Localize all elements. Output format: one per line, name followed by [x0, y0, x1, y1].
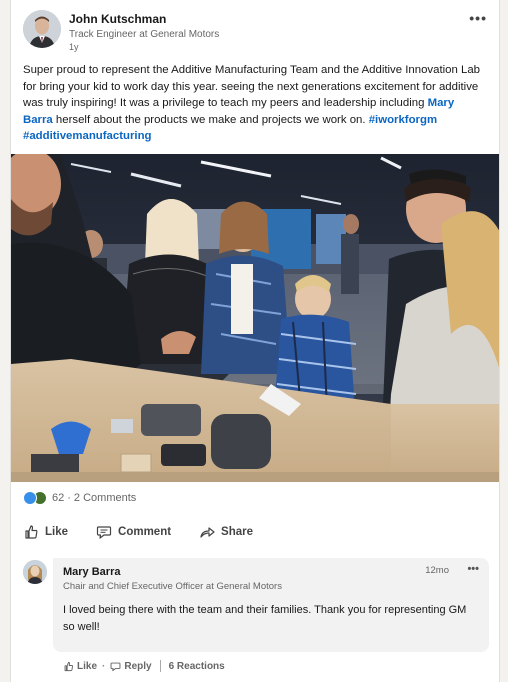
like-label: Like — [45, 526, 69, 538]
comment-reply-label: Reply — [124, 660, 152, 672]
social-counts[interactable]: 62 · 2 Comments — [23, 490, 136, 506]
comment-button[interactable]: Comment — [96, 524, 171, 540]
author-avatar[interactable] — [23, 10, 61, 48]
comment-label: Comment — [118, 526, 172, 538]
like-button[interactable]: Like — [23, 524, 68, 540]
post-header: John Kutschman Track Engineer at General… — [23, 10, 489, 54]
comment-actions: Like · Reply 6 Reactions — [63, 659, 225, 673]
comment-more-options-button[interactable]: ••• — [467, 563, 479, 575]
post-card: John Kutschman Track Engineer at General… — [10, 0, 500, 682]
post-text-part2: herself about the products we make and p… — [52, 113, 369, 126]
author-name[interactable]: John Kutschman — [69, 12, 166, 26]
share-arrow-icon — [200, 527, 215, 538]
comment-actions-separator: · — [102, 660, 106, 672]
commenter-name[interactable]: Mary Barra — [63, 566, 120, 578]
thumbs-up-icon — [25, 525, 38, 539]
post-age: 1y — [69, 42, 79, 52]
post-more-options-button[interactable]: ••• — [469, 10, 487, 26]
thumbs-up-icon — [64, 661, 73, 671]
post-text-part1: Super proud to represent the Additive Ma… — [23, 64, 480, 109]
comment-like-label: Like — [77, 660, 98, 672]
comment-reactions-count[interactable]: 6 Reactions — [169, 661, 225, 672]
comment-bubble: Mary Barra Chair and Chief Executive Off… — [53, 558, 489, 652]
post-photo[interactable]: AN — [11, 154, 499, 482]
reactions-count[interactable]: 62 — [52, 492, 64, 504]
comment-actions-divider — [159, 660, 161, 672]
share-button[interactable]: Share — [199, 524, 253, 540]
comments-count[interactable]: 2 Comments — [74, 492, 136, 504]
reply-icon — [110, 662, 121, 671]
comment-time: 12mo — [425, 565, 449, 576]
commenter-avatar[interactable] — [23, 560, 47, 584]
comment-like-button[interactable]: Like — [63, 661, 97, 672]
post-actions-bar: Like Comment Share — [23, 520, 281, 544]
post-text: Super proud to represent the Additive Ma… — [23, 62, 487, 145]
counts-separator: · — [67, 492, 71, 504]
comment-icon — [96, 526, 112, 539]
hashtag-additivemanufacturing[interactable]: #additivemanufacturing — [23, 130, 151, 142]
share-label: Share — [221, 526, 254, 538]
like-reaction-icon — [23, 491, 37, 505]
author-headline: Track Engineer at General Motors — [69, 29, 220, 40]
comment-text: I loved being there with the team and th… — [63, 604, 467, 633]
commenter-headline: Chair and Chief Executive Officer at Gen… — [63, 581, 282, 592]
hashtag-iworkforgm[interactable]: #iworkforgm — [369, 114, 437, 126]
comment-reply-button[interactable]: Reply — [110, 660, 152, 672]
